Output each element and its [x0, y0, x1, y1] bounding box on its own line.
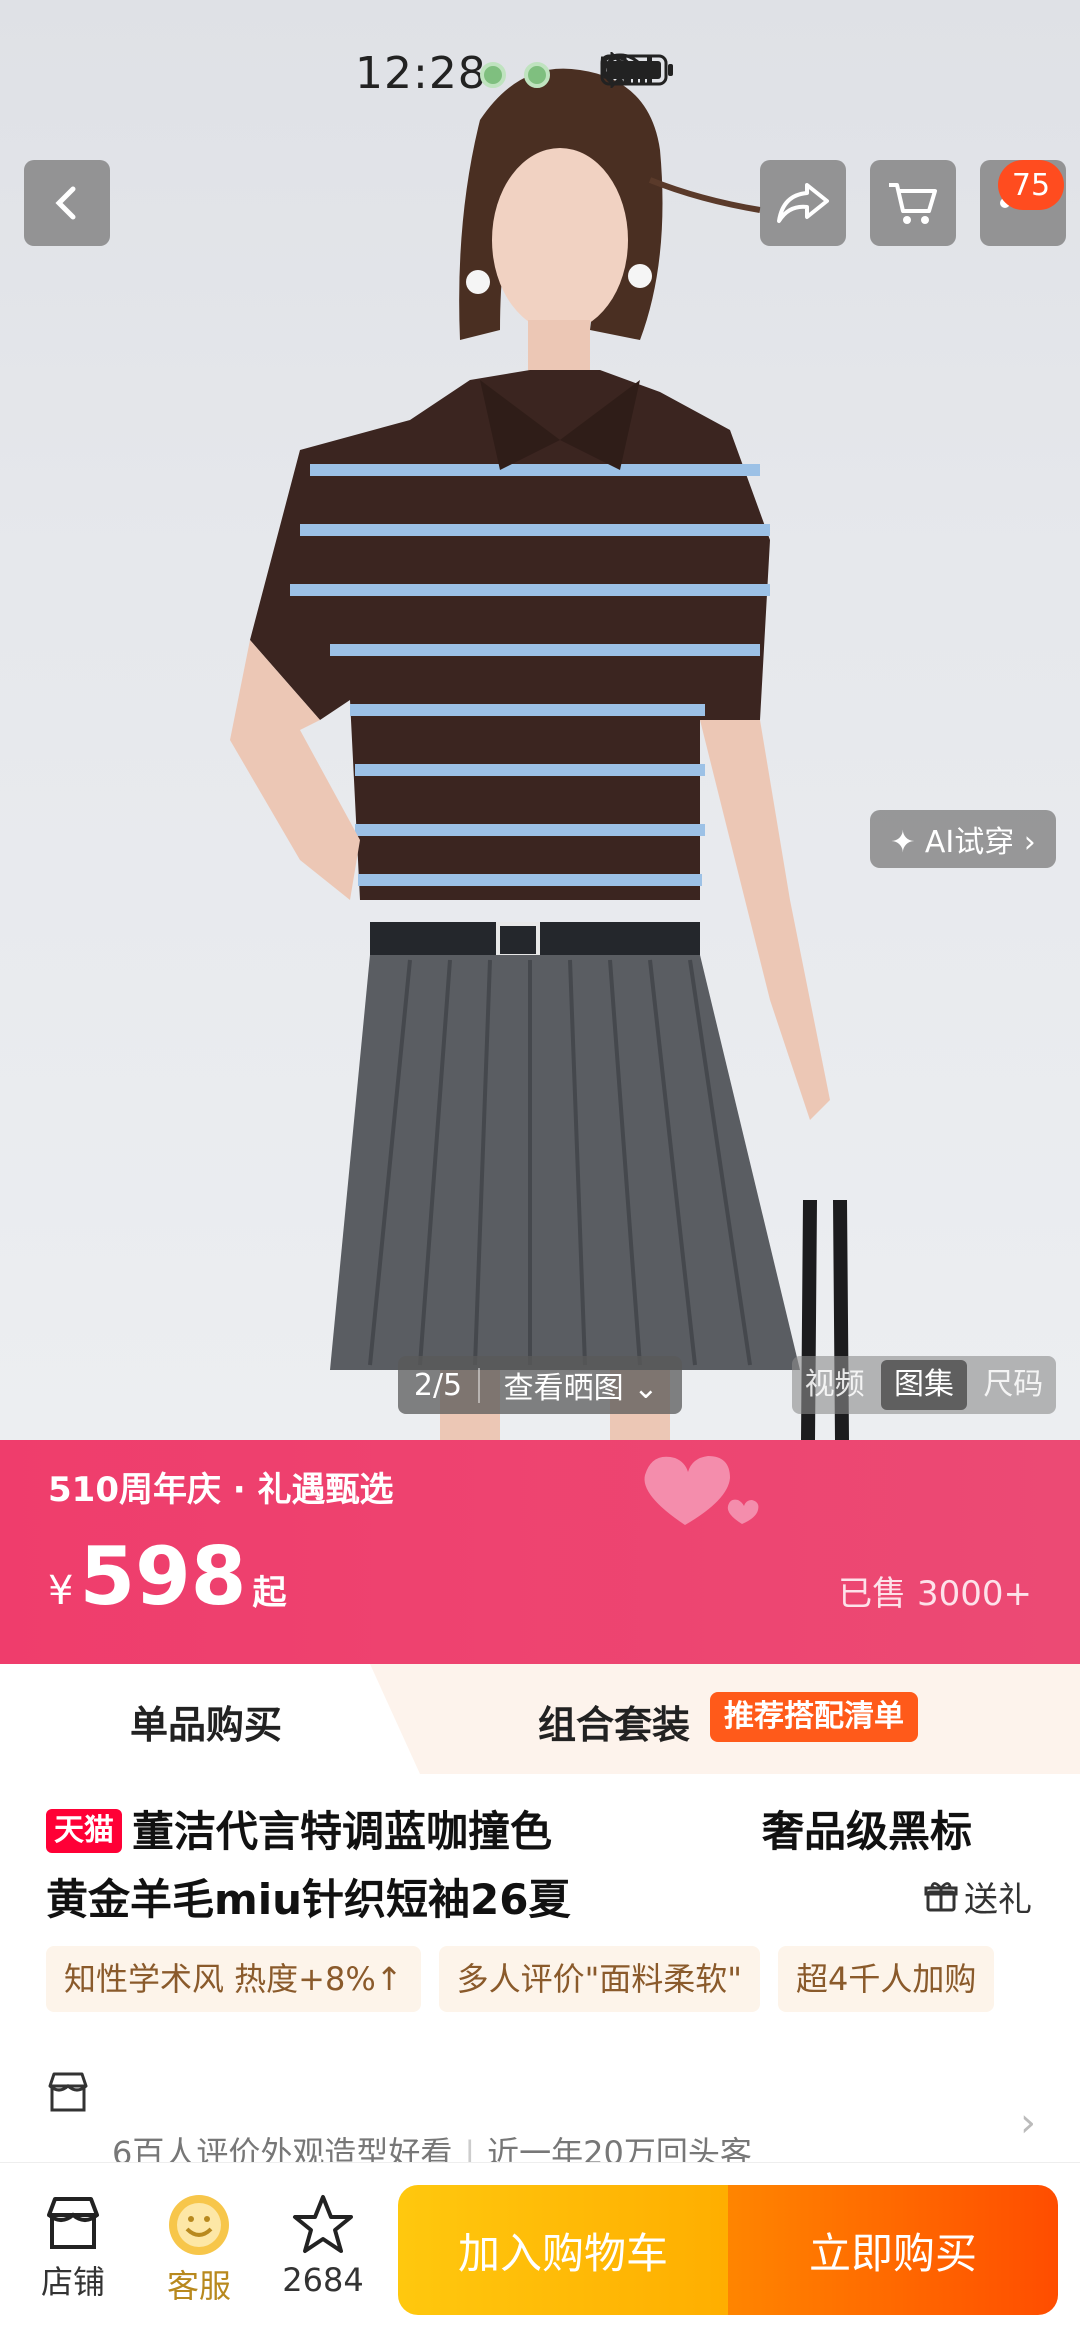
store-review-strip[interactable]: 6百人评价外观造型好看 | 近一年20万回头客 › [0, 2050, 1080, 2172]
tab-gallery[interactable]: 图集 [881, 1360, 967, 1410]
system-icons: 5G [600, 52, 1040, 92]
ai-try-on-button[interactable]: ✦ AI试穿 › [870, 810, 1056, 868]
tab-single-purchase[interactable]: 单品购买 [0, 1664, 420, 1774]
tmall-badge: 天猫 [46, 1809, 122, 1853]
media-tabs[interactable]: 视频 图集 尺码 [792, 1356, 1056, 1414]
customer-service-icon [169, 2195, 229, 2255]
customer-service-label: 客服 [166, 2267, 231, 2305]
bluetooth-icon [602, 52, 756, 92]
buy-now-button[interactable]: 立即购买 [728, 2185, 1058, 2315]
gift-label: 送礼 [964, 1880, 1032, 1920]
wifi-icon [601, 52, 872, 92]
chip-cart-count[interactable]: 超4千人加购 [778, 1946, 995, 2012]
cart-icon [889, 183, 937, 224]
favorite-tab[interactable]: 2684 [268, 2193, 378, 2299]
gallery-pager[interactable]: 2/5 查看晒图 ⌄ [398, 1356, 682, 1414]
view-photos-button[interactable]: 查看晒图 ⌄ [480, 1363, 682, 1407]
vibrate-icon [602, 52, 814, 92]
gallery-counter: 2/5 [398, 1367, 480, 1403]
back-button[interactable] [24, 160, 110, 246]
product-title-part2: 奢品级黑标 [762, 1807, 973, 1856]
price-suffix: 起 [252, 1573, 287, 1613]
store-tab[interactable]: 店铺 [18, 2193, 128, 2303]
share-icon [777, 183, 829, 223]
tab-video[interactable]: 视频 [792, 1360, 877, 1410]
battery-icon [600, 52, 1040, 92]
store-tab-label: 店铺 [40, 2263, 105, 2301]
tab-size[interactable]: 尺码 [971, 1360, 1056, 1410]
tab-single-label: 单品购买 [130, 1703, 283, 1747]
sold-count: 已售 3000+ [838, 1574, 1032, 1614]
favorite-count: 2684 [282, 2261, 364, 2299]
store-icon [47, 2197, 99, 2249]
purchase-mode-tabs[interactable]: 单品购买 组合套装 推荐搭配清单 [0, 1664, 1080, 1774]
product-title-part1: 董洁代言特调蓝咖撞色 [132, 1807, 553, 1856]
notification-dots [480, 62, 550, 88]
chevron-left-icon [55, 186, 76, 220]
promo-title: 510周年庆 · 礼遇甄选 [48, 1470, 394, 1510]
hearts-decoration [644, 1456, 759, 1525]
product-title-line2: 黄金羊毛miu针织短袖26夏 [46, 1875, 571, 1924]
cart-button[interactable] [870, 160, 956, 246]
status-bar: 12:28 5G [0, 0, 1080, 150]
price-value: 598 [79, 1530, 247, 1623]
chevron-right-icon: › [1020, 2100, 1036, 2146]
notification-icon [524, 62, 550, 88]
combo-recommend-tag[interactable]: 推荐搭配清单 [710, 1692, 918, 1742]
tab-combo-set[interactable]: 组合套装 [538, 1694, 690, 1749]
chip-style-trend[interactable]: 知性学术风 热度+8%↑ [46, 1946, 421, 2012]
chip-review-soft[interactable]: 多人评价"面料柔软" [438, 1946, 761, 2012]
product-gallery[interactable]: 12:28 5G 75 ✦ AI试穿 › 2/5 查看晒图 ⌄ 视频 图集 尺码 [0, 0, 1080, 1440]
gift-button[interactable]: 送礼 [924, 1872, 1032, 1921]
signal-5g-icon: 5G [600, 52, 946, 92]
share-button[interactable] [760, 160, 846, 246]
message-count-badge: 75 [998, 160, 1064, 210]
price-currency: ¥ [48, 1568, 74, 1614]
highlight-chips: 知性学术风 热度+8%↑ 多人评价"面料柔软" 超4千人加购 [46, 1946, 995, 2012]
price: ¥ 598 起 [48, 1530, 286, 1623]
customer-service-tab[interactable]: 客服 [144, 2193, 254, 2307]
star-icon [293, 2195, 353, 2253]
promo-price-banner: 510周年庆 · 礼遇甄选 ¥ 598 起 已售 3000+ [0, 1440, 1080, 1664]
gift-icon [924, 1881, 958, 1911]
notification-icon [480, 62, 506, 88]
store-icon [48, 2072, 88, 2112]
bottom-action-bar: 店铺 客服 2684 加入购物车 立即购买 [0, 2162, 1080, 2340]
status-time: 12:28 [355, 48, 487, 99]
add-to-cart-button[interactable]: 加入购物车 [398, 2185, 728, 2315]
